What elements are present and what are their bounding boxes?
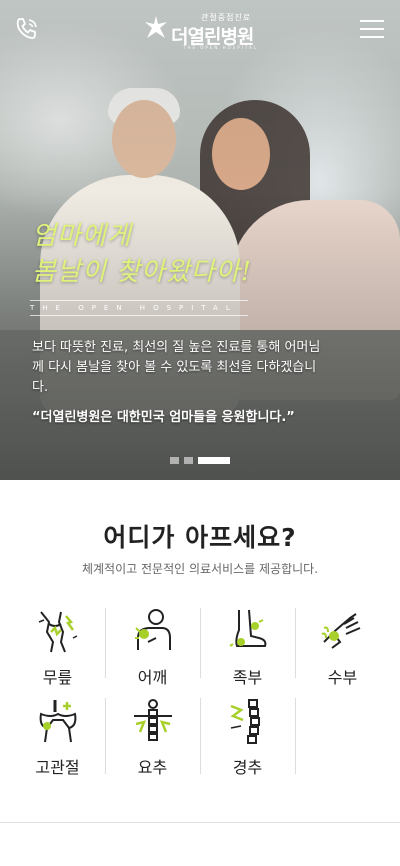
category-cervical-spine[interactable]: 경추 (200, 698, 295, 778)
logo-mark-icon (145, 16, 167, 38)
category-hand[interactable]: 수부 (295, 608, 390, 688)
foot-icon (229, 609, 267, 647)
site-header: 관절중점진료 더열린병원 THE OPEN HOSPITAL (0, 0, 400, 56)
category-label: 요추 (137, 758, 168, 777)
hero-body-text: 보다 따뜻한 진료, 최선의 질 높은 진료를 통해 어머님께 다시 봄날을 찾… (32, 340, 321, 395)
hero-banner[interactable]: 관절중점진료 더열린병원 THE OPEN HOSPITAL 엄마에게 봄날이 … (0, 0, 400, 480)
shoulder-icon (135, 609, 171, 650)
phone-icon[interactable] (14, 16, 40, 42)
hip-joint-icon (39, 700, 77, 743)
section-title: 어디가 아프세요? (103, 523, 297, 552)
hero-headline-line1: 엄마에게 (32, 221, 132, 251)
hamburger-icon[interactable] (360, 20, 384, 38)
category-shoulder[interactable]: 어깨 (105, 608, 200, 688)
logo-english: THE OPEN HOSPITAL (183, 45, 258, 50)
category-foot[interactable]: 족부 (200, 608, 295, 688)
logo[interactable]: 관절중점진료 더열린병원 THE OPEN HOSPITAL (143, 12, 261, 50)
slider-dot[interactable] (184, 457, 193, 464)
category-label: 무릎 (42, 668, 73, 687)
knee-icon (38, 611, 78, 653)
hero-quote: “더열린병원은 대한민국 엄마들을 응원합니다.” (32, 410, 295, 425)
pain-category-grid: 무릎 어깨 족부 수부 고관절 요추 경추 (10, 608, 390, 778)
divider (295, 698, 296, 774)
lumbar-spine-icon (134, 699, 172, 741)
category-hip-joint[interactable]: 고관절 (10, 698, 105, 778)
hand-icon (321, 613, 361, 649)
category-label: 경추 (232, 758, 263, 777)
cervical-spine-icon (230, 699, 260, 744)
slider-dot-active[interactable] (198, 457, 230, 464)
hero-headline: 엄마에게 봄날이 찾아왔다아! (32, 218, 252, 290)
slider-dot[interactable] (170, 457, 179, 464)
category-label: 고관절 (35, 758, 80, 777)
category-label: 족부 (232, 668, 263, 687)
category-label: 어깨 (137, 668, 168, 687)
category-lumbar-spine[interactable]: 요추 (105, 698, 200, 778)
hero-headline-line2: 봄날이 찾아왔다아! (32, 257, 253, 287)
hero-tagline: THE OPEN HOSPITAL (30, 300, 248, 316)
category-label: 수부 (327, 668, 358, 687)
category-knee[interactable]: 무릎 (10, 608, 105, 688)
section-divider (0, 822, 400, 823)
section-subtitle: 체계적이고 전문적인 의료서비스를 제공합니다. (81, 562, 319, 576)
